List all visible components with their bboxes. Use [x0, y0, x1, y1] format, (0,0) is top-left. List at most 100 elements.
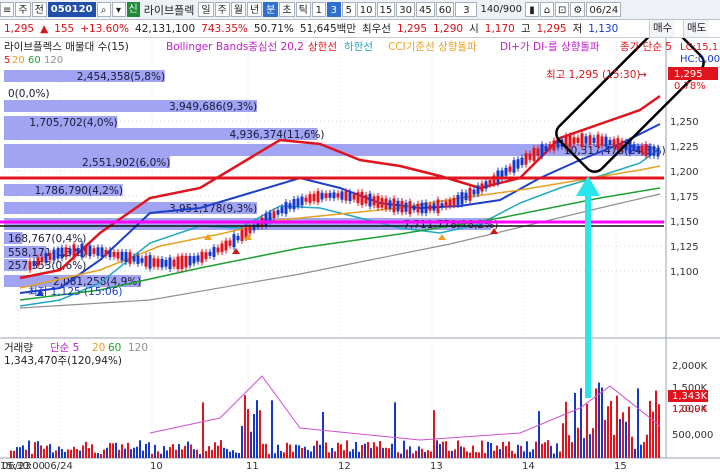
- volume-bar: [244, 395, 246, 458]
- volume-profile-label: 1,705,702(4,0%): [29, 117, 117, 129]
- volume-bar: [610, 400, 612, 458]
- volume-bar: [118, 449, 120, 458]
- period-year[interactable]: 년: [246, 2, 263, 17]
- volume-bar: [67, 449, 69, 458]
- chart-type-icon[interactable]: ▮: [525, 2, 539, 17]
- period-tick[interactable]: 틱: [295, 2, 311, 17]
- volume-bar: [55, 450, 57, 458]
- interval-60[interactable]: 60: [435, 2, 455, 17]
- candle-body: [268, 212, 272, 222]
- candle-body: [128, 252, 132, 264]
- prev-button[interactable]: 전: [31, 2, 47, 17]
- volume-legend-ma60: 60: [108, 342, 121, 354]
- candle-body: [200, 251, 204, 263]
- candle-body: [592, 137, 596, 143]
- candle-body: [124, 252, 128, 263]
- volume-bar: [37, 441, 39, 458]
- volume-bar: [196, 449, 198, 458]
- period-month[interactable]: 월: [230, 2, 246, 17]
- price-tick-label: 1,125: [670, 242, 699, 253]
- stock-code-input[interactable]: 050120: [47, 2, 96, 17]
- interval-30[interactable]: 30: [396, 2, 415, 17]
- change-tag: 0,78%: [674, 81, 706, 92]
- volume-bar: [640, 444, 642, 458]
- buy-button[interactable]: 매수: [649, 20, 676, 37]
- volume-bar: [190, 444, 192, 458]
- volume-bar: [595, 388, 597, 458]
- candle-body: [232, 234, 236, 248]
- best-bid-label: 최우선: [361, 23, 391, 35]
- lock-icon[interactable]: ⊡: [555, 2, 570, 17]
- candle-body: [388, 200, 392, 209]
- candle-body: [344, 191, 348, 201]
- interval-5[interactable]: 5: [341, 2, 356, 17]
- candle-body: [148, 255, 152, 269]
- volume-bar: [655, 390, 657, 458]
- candle-body: [616, 138, 620, 150]
- volume-bar: [643, 441, 645, 458]
- volume-bar: [283, 452, 285, 458]
- interval-10[interactable]: 10: [356, 2, 376, 17]
- candle-body: [568, 135, 572, 148]
- volume-bar: [208, 446, 210, 458]
- candle-body: [308, 194, 312, 203]
- candle-body: [228, 240, 232, 246]
- volume-bar: [544, 442, 546, 458]
- volume-bar: [592, 428, 594, 458]
- volume-bar: [202, 402, 204, 458]
- volume-bar: [619, 419, 621, 458]
- interval-1[interactable]: 1: [311, 2, 326, 17]
- chevron-down-icon[interactable]: ▾: [111, 2, 126, 17]
- candle-body: [324, 193, 328, 199]
- candle-body: [428, 204, 432, 211]
- period-minute[interactable]: 분: [263, 2, 279, 17]
- sell-button[interactable]: 매도: [683, 20, 710, 37]
- volume-bar: [166, 450, 168, 458]
- volume-bar: [109, 442, 111, 458]
- period-week[interactable]: 주: [214, 2, 230, 17]
- candle-body: [604, 136, 608, 147]
- menu-icon[interactable]: ≡: [0, 2, 15, 17]
- candle-body: [236, 236, 240, 241]
- volume-bar: [448, 450, 450, 458]
- volume-bar: [322, 411, 324, 458]
- volume-bar: [19, 447, 21, 458]
- period-day[interactable]: 일: [198, 2, 214, 17]
- volume-bar: [175, 449, 177, 458]
- candle-body: [176, 256, 180, 270]
- candle-body: [420, 202, 424, 214]
- candle-body: [544, 146, 548, 152]
- volume-bar: [145, 443, 147, 458]
- volume-bar: [112, 443, 114, 458]
- interval-3[interactable]: 3: [326, 2, 341, 17]
- menu-button[interactable]: 주: [15, 2, 31, 17]
- volume-bar: [286, 442, 288, 458]
- interval-45[interactable]: 45: [415, 2, 435, 17]
- pin-icon[interactable]: ⌂: [540, 2, 554, 17]
- candle-body: [600, 136, 604, 146]
- volume-bar: [226, 448, 228, 458]
- candle-body: [44, 253, 48, 263]
- candle-body: [348, 191, 352, 201]
- volume-bar: [541, 443, 543, 458]
- volume-bar: [466, 451, 468, 458]
- volume-bar: [328, 452, 330, 458]
- settings-icon[interactable]: ⚙: [570, 2, 586, 17]
- candle-body: [552, 140, 556, 151]
- volume-bar: [568, 435, 570, 458]
- volume-legend-title: 거래량: [4, 342, 33, 354]
- period-second[interactable]: 초: [279, 2, 295, 17]
- volume-bar: [172, 444, 174, 458]
- volume-bar: [427, 450, 429, 458]
- candle-body: [180, 255, 184, 269]
- chart-area[interactable]: 2,454,358(5,8%) 0(0,0%) 3,949,686(9,3%) 1,7…: [0, 38, 720, 474]
- candle-body: [532, 147, 536, 161]
- candle-body: [84, 246, 88, 255]
- interval-15[interactable]: 15: [376, 2, 396, 17]
- search-icon[interactable]: ⌕: [96, 2, 111, 17]
- date-field[interactable]: 06/24: [586, 2, 622, 17]
- candle-body: [412, 205, 416, 211]
- volume-bar: [376, 446, 378, 458]
- volume-bar: [631, 436, 633, 458]
- interval-input[interactable]: 3: [455, 2, 478, 17]
